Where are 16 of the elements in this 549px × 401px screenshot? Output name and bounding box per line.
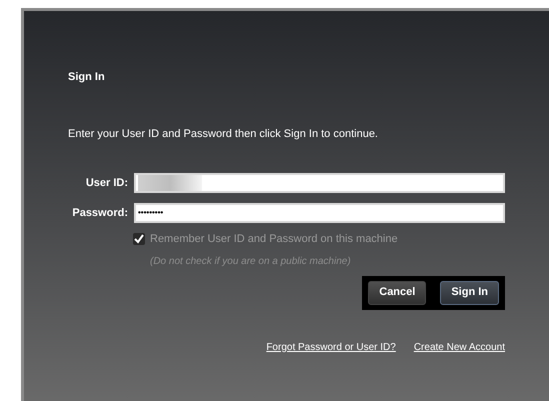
password-value: ••••••••• xyxy=(138,207,164,219)
input-field[interactable]: ••••••••• xyxy=(134,203,505,223)
field-label: User ID: xyxy=(84,176,129,191)
account-link[interactable]: Forgot Password or User ID? xyxy=(266,340,396,354)
dialog-title: Sign In xyxy=(68,70,106,85)
field-label: Password: xyxy=(71,206,129,221)
public-machine-note: (Do not check if you are on a public machine) xyxy=(150,254,352,268)
cancel-button[interactable]: Cancel xyxy=(368,280,426,304)
instruction-text: Enter your User ID and Password then click Sign In to continue. xyxy=(68,126,379,142)
remember-label: Remember User ID and Password on this machine xyxy=(150,232,398,247)
check-icon xyxy=(134,234,144,244)
blurred-value-icon xyxy=(138,175,202,191)
account-link[interactable]: Create New Account xyxy=(414,340,505,354)
input-field[interactable] xyxy=(134,173,505,193)
sign-in-button[interactable]: Sign In xyxy=(440,280,499,304)
remember-checkbox[interactable] xyxy=(133,233,145,246)
